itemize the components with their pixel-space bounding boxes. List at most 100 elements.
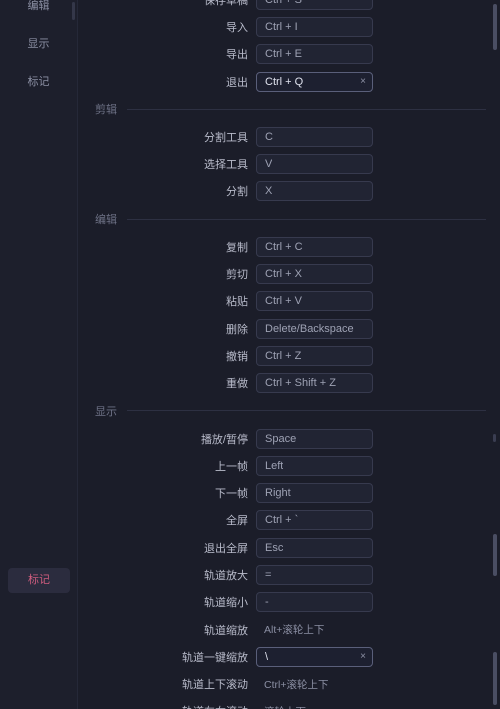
shortcut-label: 轨道放大 <box>204 569 248 582</box>
shortcut-row: 全屏 Ctrl + ` <box>78 507 500 534</box>
shortcut-input-quit[interactable]: Ctrl + Q × <box>256 71 373 92</box>
shortcut-label: 撤销 <box>226 350 248 363</box>
shortcut-input-track-zoom-in[interactable]: = <box>256 564 373 585</box>
sidebar-item-display[interactable]: 显示 <box>8 32 69 57</box>
shortcut-value: Ctrl + Z <box>265 349 302 362</box>
shortcut-value: Ctrl + Q <box>265 75 304 88</box>
section-file: 保存草稿 Ctrl + S 导入 Ctrl + I 导出 Ctrl + E <box>78 0 500 95</box>
shortcut-value: C <box>265 130 273 143</box>
shortcut-input-undo[interactable]: Ctrl + Z <box>256 345 373 366</box>
shortcut-row: 复制 Ctrl + C <box>78 233 500 260</box>
shortcut-input-track-fit-zoom[interactable]: \ × <box>256 646 373 667</box>
section-clip: 剪辑 分割工具 C 选择工具 V 分割 X <box>78 95 500 205</box>
shortcut-label: 剪切 <box>226 269 248 282</box>
shortcut-label: 分割工具 <box>204 131 248 144</box>
shortcut-settings-window: 编辑 显示 标记 标记 保存草稿 Ctrl + S <box>0 0 500 709</box>
clear-icon[interactable]: × <box>360 76 366 87</box>
section-header-display: 显示 <box>78 397 500 425</box>
shortcut-row: 撤销 Ctrl + Z <box>78 342 500 369</box>
shortcut-input-select-tool[interactable]: V <box>256 154 373 175</box>
shortcut-label: 保存草稿 <box>204 0 248 7</box>
shortcut-label: 播放/暂停 <box>200 433 248 446</box>
shortcut-row: 删除 Delete/Backspace <box>78 315 500 342</box>
shortcut-value: Ctrl + ` <box>265 514 299 527</box>
section-header-edit: 编辑 <box>78 205 500 233</box>
shortcut-static-track-zoom: Alt+滚轮上下 <box>264 624 325 637</box>
shortcut-value: \ <box>265 650 269 663</box>
shortcut-row: 轨道缩放 Alt+滚轮上下 <box>78 616 500 643</box>
shortcut-input-fullscreen[interactable]: Ctrl + ` <box>256 510 373 531</box>
shortcut-value: Ctrl + Shift + Z <box>265 377 336 390</box>
shortcut-input-paste[interactable]: Ctrl + V <box>256 291 373 312</box>
sidebar-item-label: 编辑 <box>27 0 50 12</box>
shortcut-label: 复制 <box>226 241 248 254</box>
shortcut-input-import[interactable]: Ctrl + I <box>256 16 373 37</box>
clear-icon[interactable]: × <box>360 651 366 662</box>
shortcut-input-next-frame[interactable]: Right <box>256 483 373 504</box>
shortcut-value: Ctrl + E <box>265 48 302 61</box>
shortcut-value: Space <box>265 432 297 445</box>
shortcut-row: 轨道左右滚动 滚轮上下 <box>78 698 500 709</box>
sidebar-item-label: 显示 <box>27 38 50 50</box>
section-header-label: 编辑 <box>95 214 117 227</box>
shortcut-input-exit-fullscreen[interactable]: Esc <box>256 537 373 558</box>
shortcut-input-track-zoom-out[interactable]: - <box>256 592 373 613</box>
shortcut-input-play-pause[interactable]: Space <box>256 428 373 449</box>
sidebar-item-edit[interactable]: 编辑 <box>8 0 69 19</box>
sidebar-item-label: 标记 <box>27 76 50 88</box>
shortcut-static-track-scroll-vertical: Ctrl+滚轮上下 <box>264 678 329 691</box>
shortcut-row: 轨道放大 = <box>78 561 500 588</box>
sidebar-scrollbar[interactable] <box>72 2 75 20</box>
shortcut-label: 删除 <box>226 323 248 336</box>
shortcut-label: 退出全屏 <box>204 542 248 555</box>
shortcut-row: 分割工具 C <box>78 123 500 150</box>
shortcut-label: 轨道缩小 <box>204 597 248 610</box>
shortcut-row: 剪切 Ctrl + X <box>78 260 500 287</box>
shortcut-value: Ctrl + S <box>257 0 302 6</box>
sidebar-item-label: 标记 <box>28 574 50 586</box>
shortcut-row: 导入 Ctrl + I <box>78 13 500 40</box>
shortcut-static-track-scroll-horizontal: 滚轮上下 <box>256 704 306 709</box>
shortcut-row: 轨道上下滚动 Ctrl+滚轮上下 <box>78 671 500 698</box>
shortcut-row: 保存草稿 Ctrl + S <box>78 0 500 13</box>
shortcut-row: 轨道一键缩放 \ × <box>78 643 500 670</box>
shortcut-input-split-tool[interactable]: C <box>256 126 373 147</box>
shortcut-value: Ctrl + V <box>265 295 302 308</box>
shortcut-label: 粘贴 <box>226 296 248 309</box>
shortcut-row: 导出 Ctrl + E <box>78 41 500 68</box>
shortcut-input-cut[interactable]: Ctrl + X <box>256 264 373 285</box>
shortcut-label: 轨道一键缩放 <box>182 651 248 664</box>
shortcut-input-delete[interactable]: Delete/Backspace <box>256 318 373 339</box>
shortcut-input-copy[interactable]: Ctrl + C <box>256 236 373 257</box>
shortcut-row: 粘贴 Ctrl + V <box>78 288 500 315</box>
shortcut-row: 轨道缩小 - <box>78 589 500 616</box>
shortcut-input-redo[interactable]: Ctrl + Shift + Z <box>256 373 373 394</box>
shortcut-label: 导出 <box>226 49 248 62</box>
shortcut-list-panel: 保存草稿 Ctrl + S 导入 Ctrl + I 导出 Ctrl + E <box>78 0 500 709</box>
shortcut-value: Right <box>265 487 291 500</box>
shortcut-input-split[interactable]: X <box>256 181 373 202</box>
sidebar-item-marker-active[interactable]: 标记 <box>8 568 70 593</box>
shortcut-input-export[interactable]: Ctrl + E <box>256 44 373 65</box>
shortcut-value: Ctrl + X <box>265 268 302 281</box>
shortcut-label: 选择工具 <box>204 159 248 172</box>
shortcut-input-save-draft[interactable]: Ctrl + S <box>256 0 373 10</box>
shortcut-row: 选择工具 V <box>78 150 500 177</box>
shortcut-label: 轨道左右滚动 <box>78 703 256 709</box>
shortcut-label: 导入 <box>226 21 248 34</box>
shortcut-value: Esc <box>265 541 284 554</box>
shortcut-value: Delete/Backspace <box>265 322 354 335</box>
shortcut-label: 下一帧 <box>215 488 248 501</box>
shortcut-input-prev-frame[interactable]: Left <box>256 455 373 476</box>
shortcut-row: 退出 Ctrl + Q × <box>78 68 500 95</box>
sidebar-item-marker[interactable]: 标记 <box>8 70 69 95</box>
shortcut-label: 轨道上下滚动 <box>182 679 248 692</box>
section-divider <box>127 108 486 110</box>
section-header-label: 显示 <box>95 405 117 418</box>
shortcut-label: 上一帧 <box>215 460 248 473</box>
shortcut-row: 上一帧 Left <box>78 452 500 479</box>
section-header-clip: 剪辑 <box>78 95 500 123</box>
shortcut-row: 下一帧 Right <box>78 479 500 506</box>
shortcut-value: V <box>265 158 273 171</box>
shortcut-row: 重做 Ctrl + Shift + Z <box>78 370 500 397</box>
